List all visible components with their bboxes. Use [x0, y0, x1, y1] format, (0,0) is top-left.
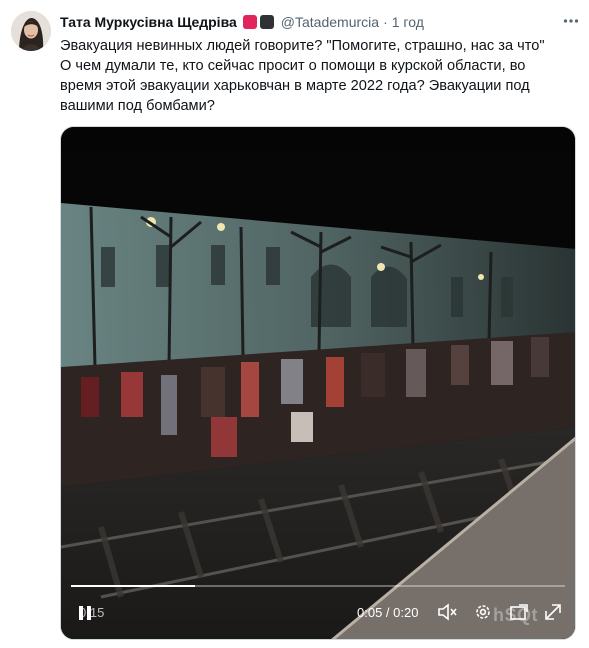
tweet-card[interactable]: Тата Муркусівна Щедріва @Tatademurcia · …: [0, 0, 589, 648]
tweet-header: Тата Муркусівна Щедріва @Tatademurcia · …: [60, 12, 424, 32]
tweet-text-line-1: Эвакуация невинных людей говорите? "Помо…: [60, 38, 545, 54]
picture-in-picture-icon[interactable]: [509, 602, 529, 622]
separator-dot: ·: [383, 14, 388, 30]
video-progress-bar[interactable]: [71, 585, 565, 587]
video-elapsed-label: 0:15: [79, 605, 105, 620]
tweet-time[interactable]: 1 год: [392, 14, 424, 30]
dark-square-badge: [259, 15, 274, 29]
red-square-badge: [242, 15, 257, 29]
mute-icon[interactable]: [437, 602, 457, 622]
video-progress-fill: [71, 585, 195, 587]
video-player[interactable]: hSQt 0:15 0:05 / 0:20: [60, 126, 576, 640]
tweet-text: Эвакуация невинных людей говорите? "Помо…: [60, 36, 560, 116]
author-handle[interactable]: @Tatademurcia: [281, 14, 379, 30]
avatar[interactable]: [11, 11, 51, 51]
video-time-display: 0:05 / 0:20: [357, 605, 419, 620]
more-options-icon[interactable]: [560, 10, 582, 32]
tweet-text-line-2: О чем думали те, кто сейчас просит о пом…: [60, 58, 530, 114]
video-frame: [61, 127, 575, 639]
settings-gear-icon[interactable]: [473, 602, 493, 622]
fullscreen-icon[interactable]: [543, 602, 563, 622]
video-controls: 0:15 0:05 / 0:20: [61, 581, 575, 639]
author-name[interactable]: Тата Муркусівна Щедріва: [60, 14, 237, 30]
